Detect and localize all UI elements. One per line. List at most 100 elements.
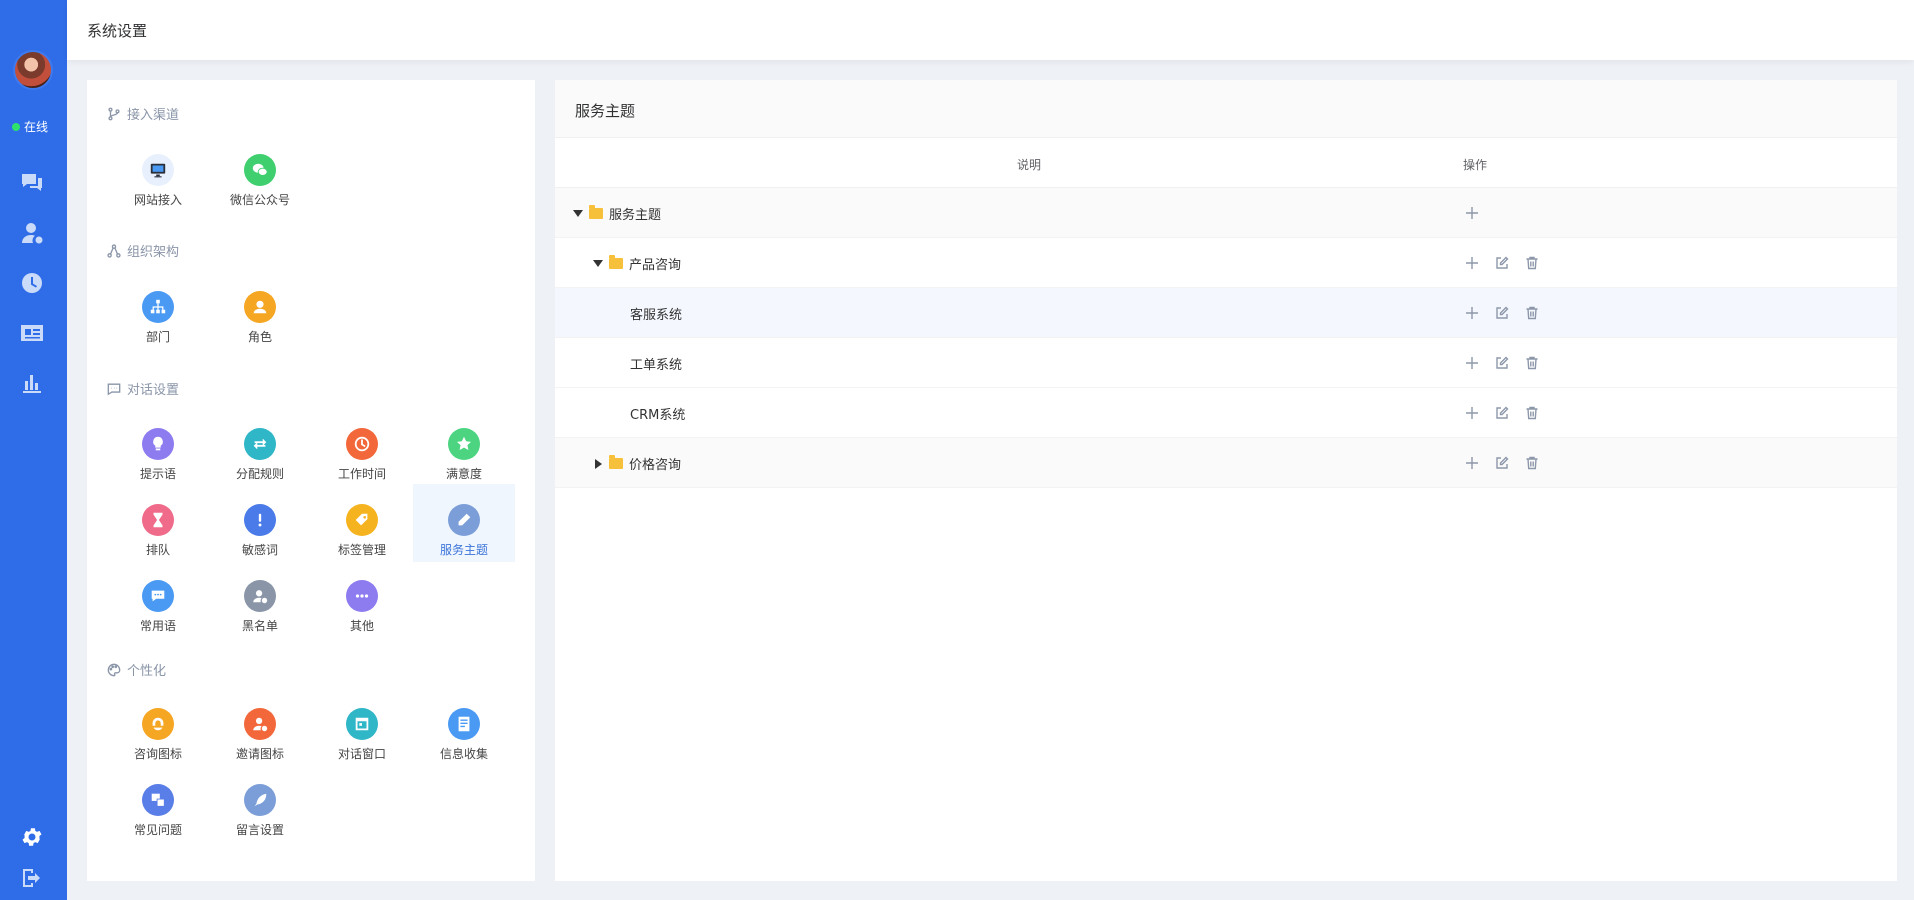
- faq-icon: [142, 784, 174, 816]
- tile-queue-label: 排队: [145, 543, 170, 557]
- tile-phrases[interactable]: 常用语: [107, 568, 209, 644]
- section-dialog: 对话设置: [107, 379, 179, 398]
- logout-icon[interactable]: [18, 864, 46, 892]
- caret-right-icon[interactable]: [595, 458, 602, 469]
- palette-icon: [107, 663, 121, 676]
- chart-icon[interactable]: [18, 369, 46, 397]
- delete-icon[interactable]: [1523, 254, 1541, 272]
- delete-icon[interactable]: [1523, 304, 1541, 322]
- add-icon[interactable]: [1463, 304, 1481, 322]
- tile-other[interactable]: 其他: [311, 568, 413, 644]
- role-icon: [244, 291, 276, 323]
- add-icon[interactable]: [1463, 354, 1481, 372]
- tile-topic[interactable]: 服务主题: [413, 484, 515, 562]
- tile-topic-label: 服务主题: [439, 543, 488, 557]
- top-header: 系统设置: [67, 0, 1914, 60]
- tile-message-label: 留言设置: [235, 823, 284, 837]
- tile-faq[interactable]: 常见问题: [107, 772, 209, 848]
- page-title: 系统设置: [87, 22, 148, 40]
- tile-queue[interactable]: 排队: [107, 492, 209, 568]
- tile-wechat[interactable]: 微信公众号: [209, 142, 311, 218]
- pencil-icon: [448, 504, 480, 536]
- tree-row[interactable]: 服务主题: [555, 188, 1897, 238]
- tile-sensitive[interactable]: 敏感词: [209, 492, 311, 568]
- tile-tips-label: 提示语: [139, 467, 176, 481]
- add-icon[interactable]: [1463, 454, 1481, 472]
- add-icon[interactable]: [1463, 254, 1481, 272]
- settings-icon[interactable]: [18, 823, 46, 851]
- delete-icon[interactable]: [1523, 454, 1541, 472]
- more-icon: [346, 580, 378, 612]
- folder-icon: [609, 455, 623, 469]
- add-icon[interactable]: [1463, 204, 1481, 222]
- section-dialog-label: 对话设置: [127, 383, 180, 398]
- tile-dept-label: 部门: [145, 330, 170, 344]
- chat-bubble-icon: [142, 580, 174, 612]
- edit-icon[interactable]: [1493, 404, 1511, 422]
- tree-row[interactable]: 价格咨询: [555, 438, 1897, 488]
- tree-row[interactable]: 产品咨询: [555, 238, 1897, 288]
- panel-title: 服务主题: [555, 80, 1897, 138]
- tile-phrases-label: 常用语: [139, 619, 176, 633]
- left-rail: 在线: [0, 0, 67, 900]
- tile-consult-icon-label: 咨询图标: [133, 747, 182, 761]
- tile-website[interactable]: 网站接入: [107, 142, 209, 218]
- tile-tips[interactable]: 提示语: [107, 416, 209, 492]
- tile-blacklist[interactable]: 黑名单: [209, 568, 311, 644]
- branch-icon: [108, 107, 120, 120]
- tile-assign-label: 分配规则: [235, 467, 284, 481]
- caret-down-icon[interactable]: [573, 210, 583, 217]
- tile-worktime[interactable]: 工作时间: [311, 416, 413, 492]
- tile-assign[interactable]: 分配规则: [209, 416, 311, 492]
- tree-row-label: 服务主题: [609, 208, 662, 223]
- edit-icon[interactable]: [1493, 304, 1511, 322]
- tree-row[interactable]: 工单系统: [555, 338, 1897, 388]
- tile-tags[interactable]: 标签管理: [311, 492, 413, 568]
- caret-down-icon[interactable]: [593, 260, 603, 267]
- tile-info-collect[interactable]: 信息收集: [413, 696, 515, 772]
- org-icon: [107, 243, 121, 258]
- invite-user-icon: [244, 708, 276, 740]
- swap-icon: [244, 428, 276, 460]
- settings-menu-panel: 接入渠道 网站接入 微信公众号 组织架构 部门 角色 对话设置 提示语 分配规则…: [87, 80, 535, 881]
- tile-chat-window-label: 对话窗口: [337, 747, 386, 761]
- add-icon[interactable]: [1463, 404, 1481, 422]
- tile-other-label: 其他: [349, 619, 374, 633]
- tile-dept[interactable]: 部门: [107, 279, 209, 355]
- tree-row-label: 工单系统: [630, 358, 683, 373]
- tree-row[interactable]: CRM系统: [555, 388, 1897, 438]
- chat-icon[interactable]: [18, 169, 46, 197]
- window-icon: [346, 708, 378, 740]
- tile-wechat-label: 微信公众号: [229, 193, 290, 207]
- tile-role[interactable]: 角色: [209, 279, 311, 355]
- edit-icon[interactable]: [1493, 454, 1511, 472]
- hourglass-icon: [142, 504, 174, 536]
- edit-icon[interactable]: [1493, 254, 1511, 272]
- edit-icon[interactable]: [1493, 354, 1511, 372]
- tile-chat-window[interactable]: 对话窗口: [311, 696, 413, 772]
- user-icon[interactable]: [18, 219, 46, 247]
- delete-icon[interactable]: [1523, 404, 1541, 422]
- tile-tags-label: 标签管理: [337, 543, 386, 557]
- tile-website-label: 网站接入: [133, 193, 182, 207]
- tile-message[interactable]: 留言设置: [209, 772, 311, 848]
- tile-invite-icon[interactable]: 邀请图标: [209, 696, 311, 772]
- delete-icon[interactable]: [1523, 354, 1541, 372]
- tile-worktime-label: 工作时间: [337, 467, 386, 481]
- avatar[interactable]: [13, 50, 53, 90]
- history-icon[interactable]: [18, 269, 46, 297]
- section-org-label: 组织架构: [127, 245, 180, 260]
- online-status[interactable]: 在线: [12, 118, 48, 135]
- contact-card-icon[interactable]: [18, 319, 46, 347]
- tree-row[interactable]: 客服系统: [555, 288, 1897, 338]
- tile-consult-icon[interactable]: 咨询图标: [107, 696, 209, 772]
- section-access-label: 接入渠道: [127, 108, 180, 123]
- exclamation-icon: [244, 504, 276, 536]
- wechat-icon: [244, 154, 276, 186]
- section-personal-label: 个性化: [127, 664, 167, 679]
- clock-icon: [346, 428, 378, 460]
- lightbulb-icon: [142, 428, 174, 460]
- tile-satisfaction[interactable]: 满意度: [413, 416, 515, 492]
- tree-row-label: CRM系统: [630, 408, 686, 423]
- online-status-label: 在线: [24, 120, 49, 134]
